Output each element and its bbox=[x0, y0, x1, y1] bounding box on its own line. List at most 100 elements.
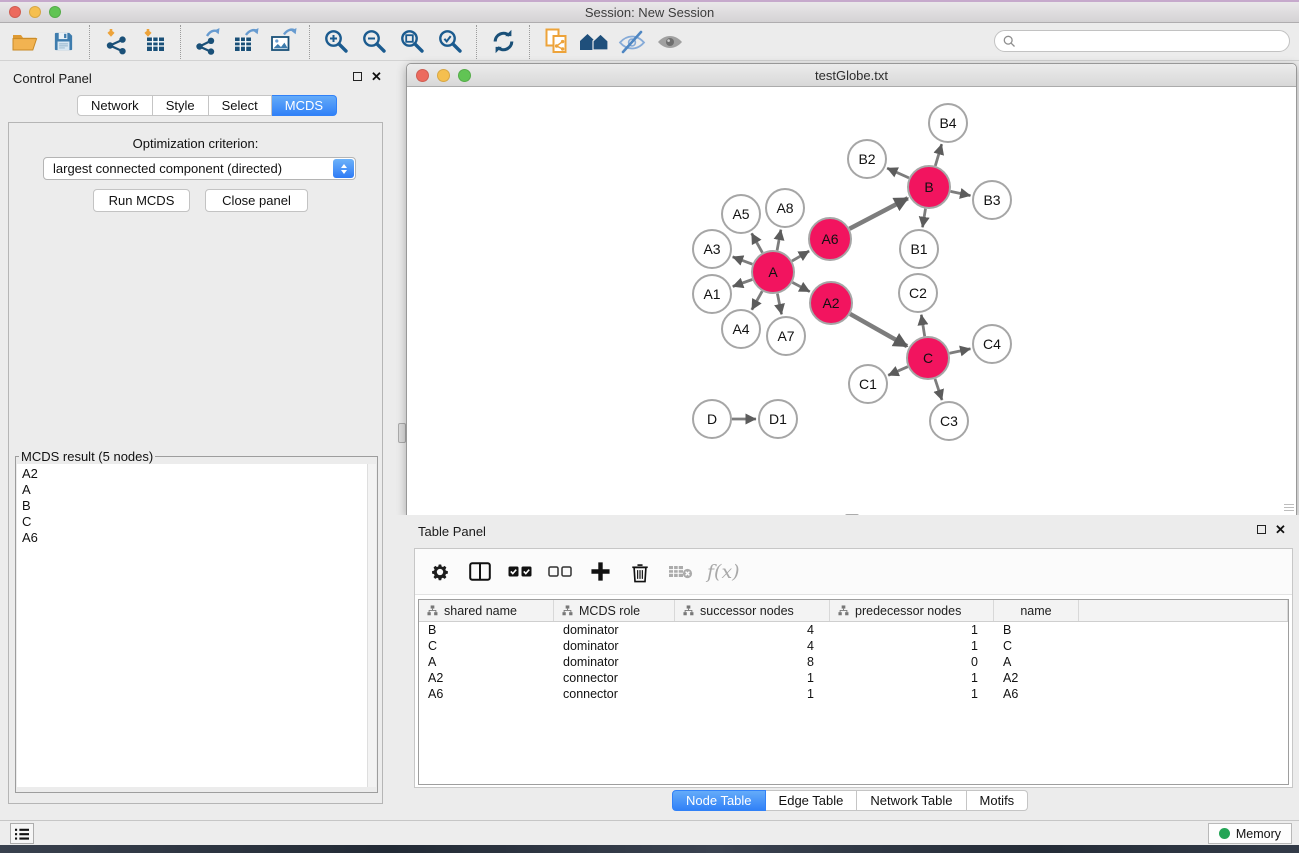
column-header-shared-name[interactable]: shared name bbox=[419, 600, 554, 621]
close-traffic-light[interactable] bbox=[416, 69, 429, 82]
graph-node-A1[interactable]: A1 bbox=[693, 275, 731, 313]
scrollbar[interactable] bbox=[367, 464, 376, 787]
cell-shared-name[interactable]: A2 bbox=[419, 670, 554, 686]
cell-mcds-role[interactable]: dominator bbox=[554, 622, 675, 638]
cell-name[interactable]: A bbox=[994, 654, 1079, 670]
minimize-traffic-light[interactable] bbox=[29, 6, 41, 18]
cell-name[interactable]: A6 bbox=[994, 686, 1079, 702]
cell-successor-nodes[interactable]: 8 bbox=[675, 654, 830, 670]
mcds-result-item[interactable]: A6 bbox=[17, 530, 376, 546]
cell-successor-nodes[interactable]: 4 bbox=[675, 638, 830, 654]
optimization-criterion-select[interactable]: largest connected component (directed) bbox=[43, 157, 356, 180]
search-input[interactable] bbox=[1016, 33, 1289, 49]
mcds-result-item[interactable]: A bbox=[17, 482, 376, 498]
zoom-traffic-light[interactable] bbox=[49, 6, 61, 18]
float-panel-icon[interactable] bbox=[1257, 525, 1266, 534]
cell-name[interactable]: C bbox=[994, 638, 1079, 654]
edge-A-A3[interactable] bbox=[733, 257, 753, 264]
gear-icon[interactable] bbox=[427, 557, 453, 587]
graph-node-A[interactable]: A bbox=[752, 251, 794, 293]
edge-A6-B[interactable] bbox=[850, 198, 908, 229]
export-network-icon[interactable] bbox=[188, 26, 226, 58]
edge-A2-C[interactable] bbox=[850, 314, 907, 346]
graph-node-A3[interactable]: A3 bbox=[693, 230, 731, 268]
edge-A-A4[interactable] bbox=[752, 291, 762, 310]
graph-node-B1[interactable]: B1 bbox=[900, 230, 938, 268]
tab-network[interactable]: Network bbox=[77, 95, 153, 116]
tab-network-table[interactable]: Network Table bbox=[857, 790, 966, 811]
edge-A-A2[interactable] bbox=[792, 282, 809, 291]
graph-node-B3[interactable]: B3 bbox=[973, 181, 1011, 219]
edge-A-A5[interactable] bbox=[752, 233, 763, 252]
cell-shared-name[interactable]: C bbox=[419, 638, 554, 654]
zoom-in-icon[interactable] bbox=[317, 26, 355, 58]
node-table[interactable]: shared nameMCDS rolesuccessor nodesprede… bbox=[418, 599, 1289, 785]
close-traffic-light[interactable] bbox=[9, 6, 21, 18]
function-builder-icon[interactable]: f(x) bbox=[707, 557, 740, 587]
zoom-selected-icon[interactable] bbox=[431, 26, 469, 58]
graph-node-D1[interactable]: D1 bbox=[759, 400, 797, 438]
edge-A-A8[interactable] bbox=[777, 230, 781, 251]
graph-node-A4[interactable]: A4 bbox=[722, 310, 760, 348]
mcds-result-item[interactable]: B bbox=[17, 498, 376, 514]
cell-shared-name[interactable]: A bbox=[419, 654, 554, 670]
cell-successor-nodes[interactable]: 4 bbox=[675, 622, 830, 638]
tab-select[interactable]: Select bbox=[209, 95, 272, 116]
edge-B-B1[interactable] bbox=[923, 209, 926, 228]
graph-node-A7[interactable]: A7 bbox=[767, 317, 805, 355]
cell-predecessor-nodes[interactable]: 1 bbox=[830, 638, 994, 654]
graph-node-C3[interactable]: C3 bbox=[930, 402, 968, 440]
graph-node-C2[interactable]: C2 bbox=[899, 274, 937, 312]
add-column-icon[interactable] bbox=[587, 557, 613, 587]
table-row[interactable]: Bdominator41B bbox=[419, 622, 1288, 638]
table-row[interactable]: Cdominator41C bbox=[419, 638, 1288, 654]
cell-name[interactable]: B bbox=[994, 622, 1079, 638]
tab-style[interactable]: Style bbox=[153, 95, 209, 116]
unchecked-boxes-icon[interactable] bbox=[547, 557, 573, 587]
network-window-titlebar[interactable]: testGlobe.txt bbox=[407, 64, 1296, 87]
edge-B-B4[interactable] bbox=[935, 144, 941, 166]
graph-node-A5[interactable]: A5 bbox=[722, 195, 760, 233]
split-columns-icon[interactable] bbox=[467, 557, 493, 587]
cell-shared-name[interactable]: A6 bbox=[419, 686, 554, 702]
graph-node-C1[interactable]: C1 bbox=[849, 365, 887, 403]
memory-button[interactable]: Memory bbox=[1208, 823, 1292, 844]
search-box[interactable] bbox=[994, 30, 1290, 52]
graph-node-A6[interactable]: A6 bbox=[809, 218, 851, 260]
minimize-traffic-light[interactable] bbox=[437, 69, 450, 82]
graph-node-A2[interactable]: A2 bbox=[810, 282, 852, 324]
vertical-splitter-handle[interactable] bbox=[398, 423, 406, 443]
cell-mcds-role[interactable]: dominator bbox=[554, 654, 675, 670]
edge-B-B2[interactable] bbox=[887, 168, 909, 178]
graph-node-C4[interactable]: C4 bbox=[973, 325, 1011, 363]
edge-A-A6[interactable] bbox=[792, 251, 809, 261]
cell-predecessor-nodes[interactable]: 0 bbox=[830, 654, 994, 670]
tab-motifs[interactable]: Motifs bbox=[967, 790, 1029, 811]
tab-node-table[interactable]: Node Table bbox=[672, 790, 766, 811]
checked-boxes-icon[interactable] bbox=[507, 557, 533, 587]
import-network-icon[interactable] bbox=[97, 26, 135, 58]
home-views-icon[interactable] bbox=[575, 26, 613, 58]
cell-successor-nodes[interactable]: 1 bbox=[675, 670, 830, 686]
export-table-icon[interactable] bbox=[226, 26, 264, 58]
graph-node-B4[interactable]: B4 bbox=[929, 104, 967, 142]
graph-node-B[interactable]: B bbox=[908, 166, 950, 208]
graph-node-A8[interactable]: A8 bbox=[766, 189, 804, 227]
cell-mcds-role[interactable]: connector bbox=[554, 686, 675, 702]
network-canvas[interactable]: A A1 A2 A3 A4 A5 A6 A7 A8 B B1 B2 B3 bbox=[407, 88, 1296, 515]
column-header-name[interactable]: name bbox=[994, 600, 1079, 621]
trash-icon[interactable] bbox=[627, 557, 653, 587]
graph-node-D[interactable]: D bbox=[693, 400, 731, 438]
column-header-successor-nodes[interactable]: successor nodes bbox=[675, 600, 830, 621]
zoom-traffic-light[interactable] bbox=[458, 69, 471, 82]
mcds-result-item[interactable]: A2 bbox=[17, 466, 376, 482]
edge-C-C1[interactable] bbox=[888, 367, 908, 376]
edge-C-C4[interactable] bbox=[950, 349, 971, 354]
save-session-icon[interactable] bbox=[44, 26, 82, 58]
resize-grip-icon[interactable] bbox=[1284, 502, 1294, 512]
mcds-result-item[interactable]: C bbox=[17, 514, 376, 530]
visible-eye-icon[interactable] bbox=[651, 26, 689, 58]
edge-B-B3[interactable] bbox=[951, 191, 971, 195]
edge-A-A7[interactable] bbox=[777, 294, 781, 315]
column-header-mcds-role[interactable]: MCDS role bbox=[554, 600, 675, 621]
